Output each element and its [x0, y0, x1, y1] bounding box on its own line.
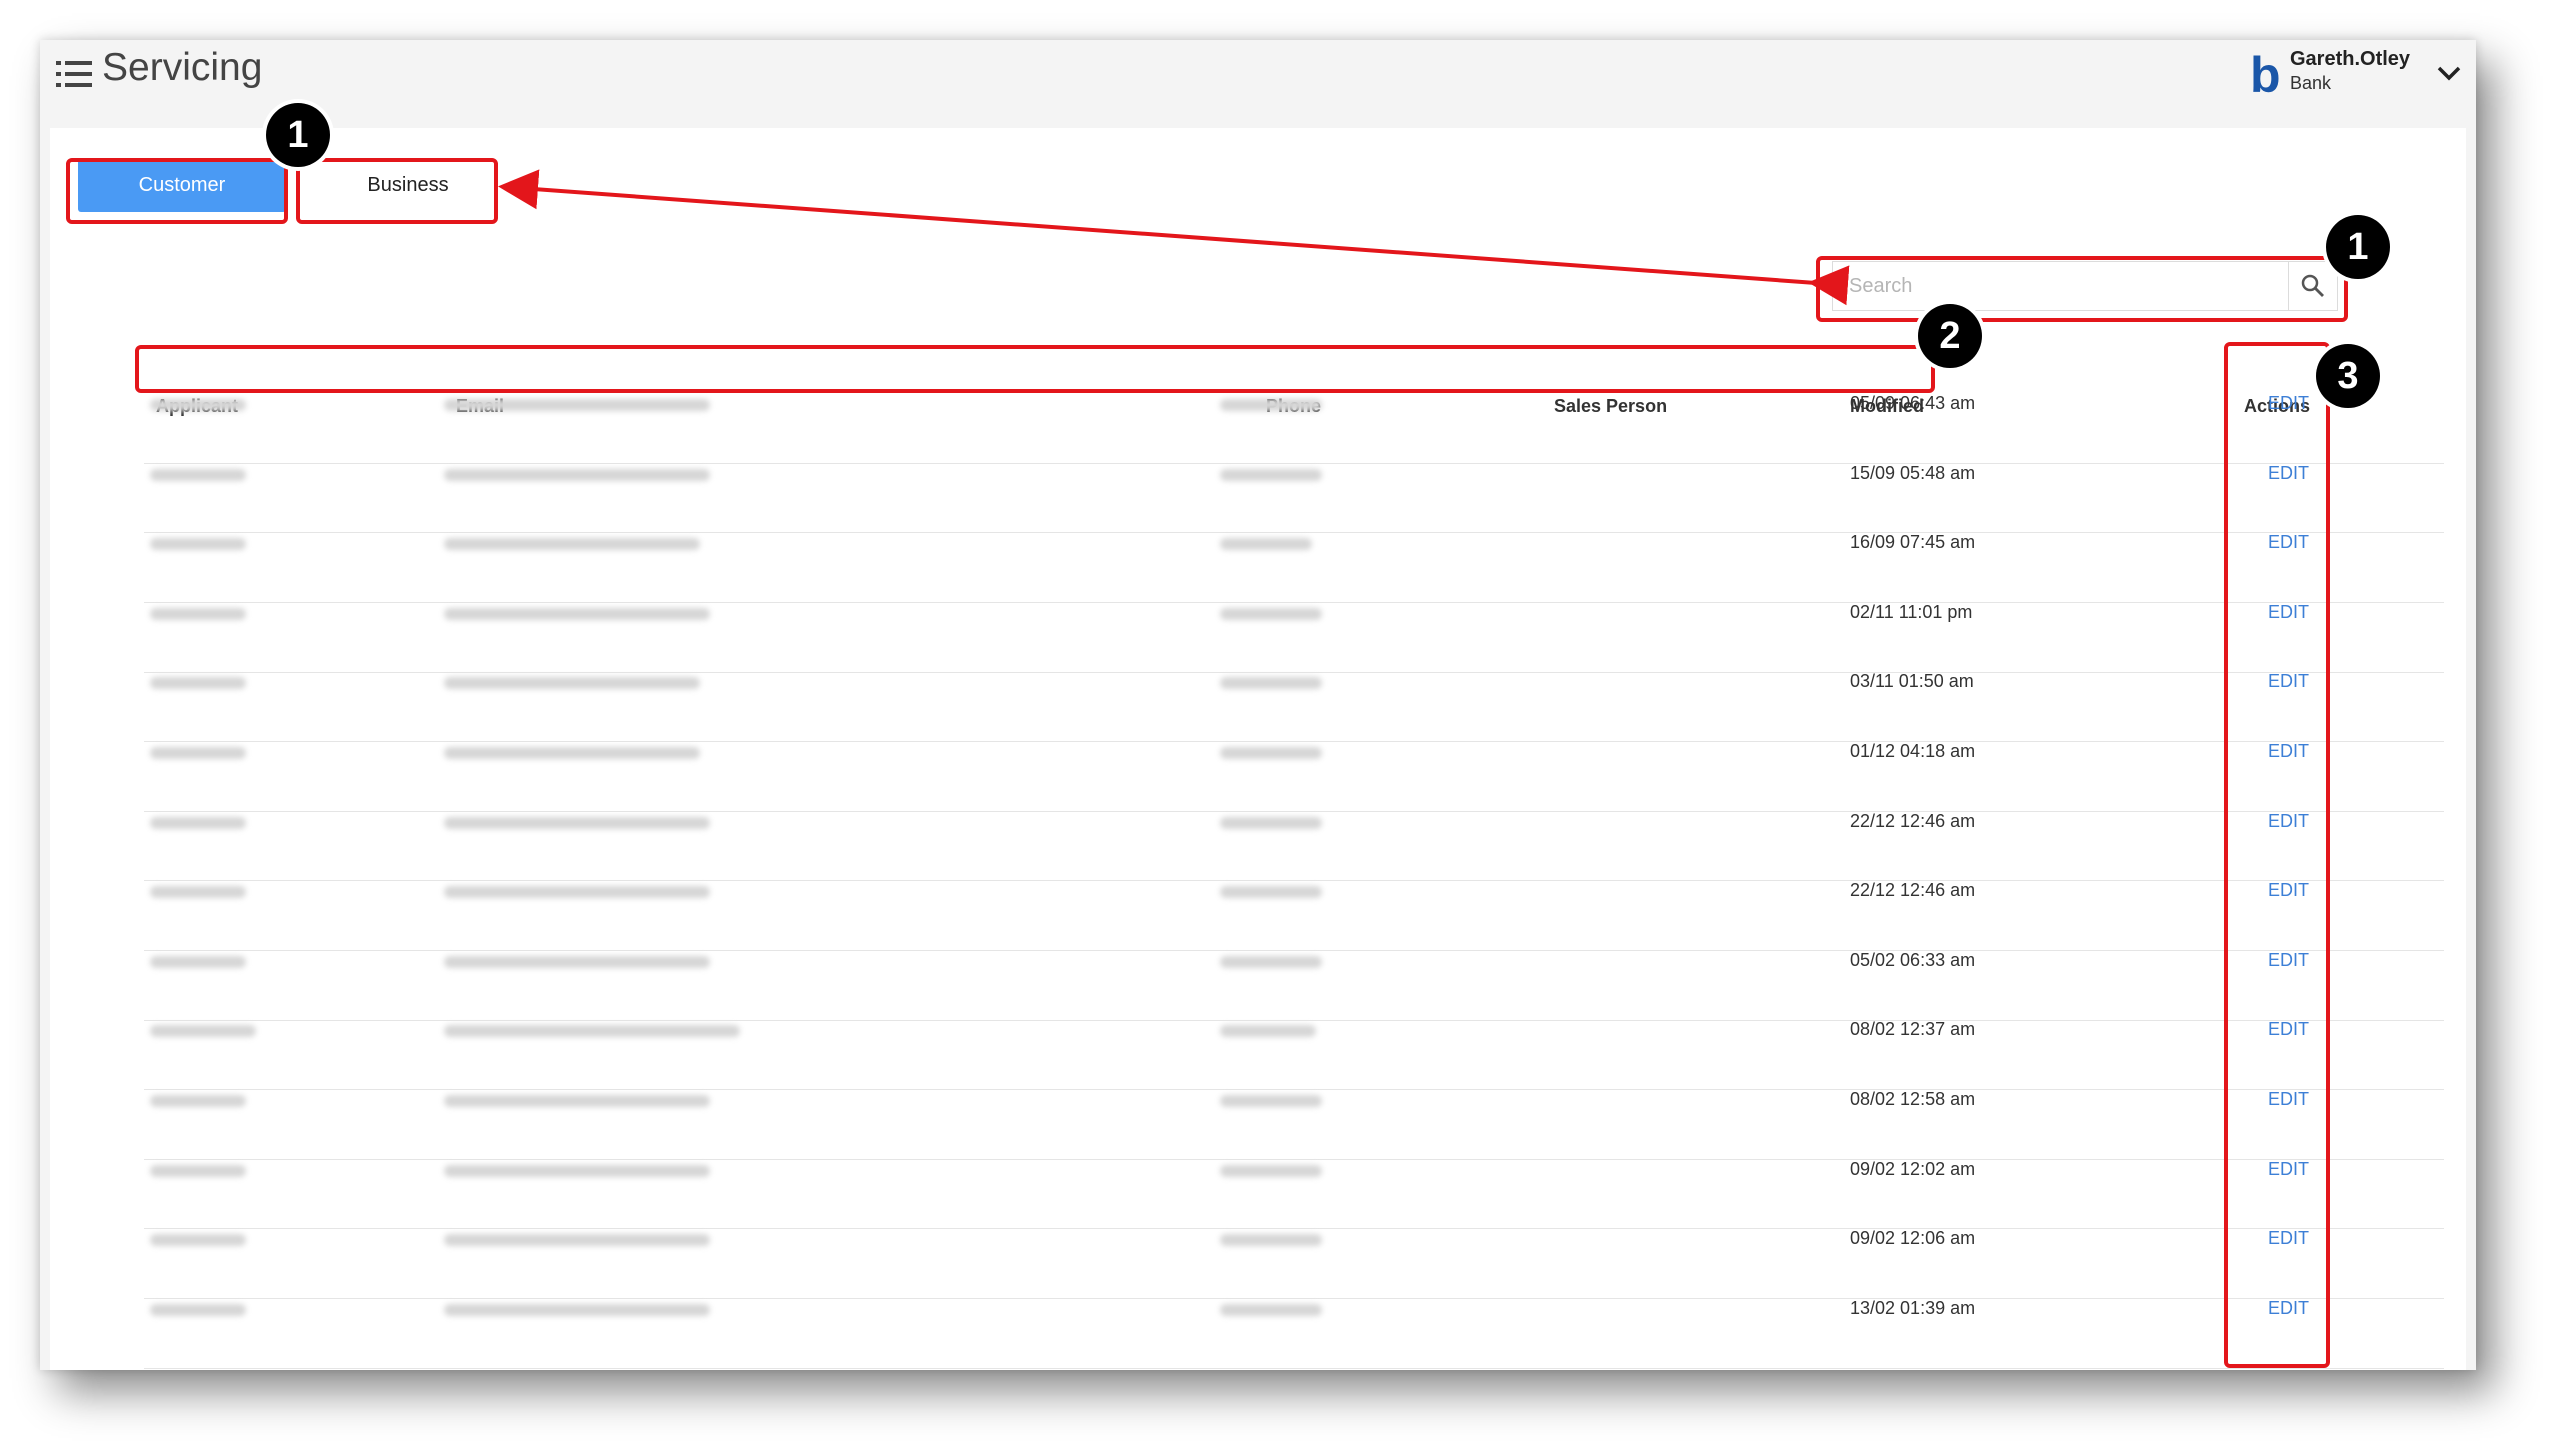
screenshot-stage: Servicing b Gareth.Otley Bank Customer B…: [0, 0, 2560, 1453]
callout-customer-tab: [66, 158, 288, 224]
annotation-arrow: [498, 169, 1850, 306]
callout-actions-column: [2224, 342, 2330, 1368]
callout-column-headers: [135, 345, 1935, 393]
app-window: Servicing b Gareth.Otley Bank Customer B…: [40, 40, 2476, 1370]
annotation-badge-2: 2: [1918, 304, 1982, 368]
annotation-badge-3: 3: [2316, 344, 2380, 408]
annotation-badge-1b: 1: [2326, 215, 2390, 279]
callout-business-tab: [296, 158, 498, 224]
annotation-badge-1: 1: [266, 103, 330, 167]
callout-search: [1816, 256, 2348, 322]
